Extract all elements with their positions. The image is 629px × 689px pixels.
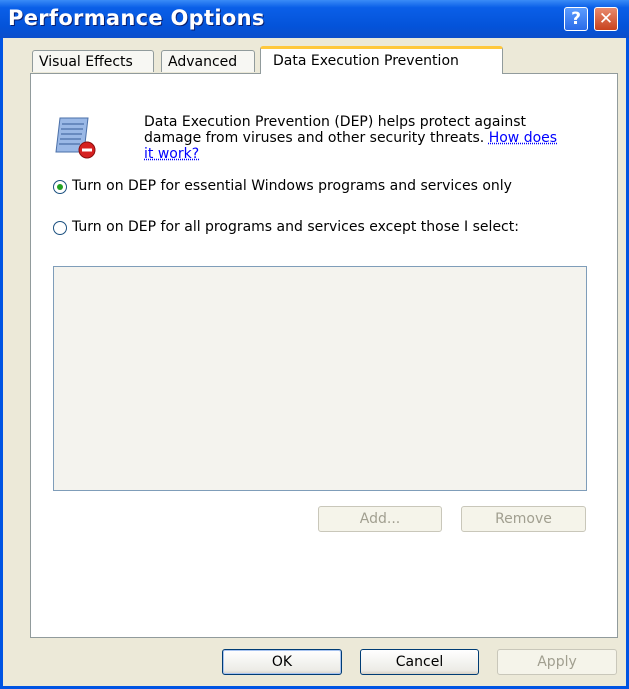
add-button: Add...: [318, 506, 442, 532]
title-bar[interactable]: Performance Options ? ✕: [0, 0, 629, 38]
radio-all-programs[interactable]: Turn on DEP for all programs and service…: [53, 219, 572, 235]
cancel-button[interactable]: Cancel: [360, 649, 479, 675]
radio-all-programs-label: Turn on DEP for all programs and service…: [72, 219, 519, 235]
remove-button: Remove: [461, 506, 586, 532]
tab-visual-effects[interactable]: Visual Effects: [32, 50, 154, 72]
radio-button-selected[interactable]: [53, 180, 67, 194]
dep-description: Data Execution Prevention (DEP) helps pr…: [144, 114, 564, 162]
close-button[interactable]: ✕: [594, 7, 618, 31]
tab-data-execution-prevention[interactable]: Data Execution Prevention: [260, 46, 503, 74]
ok-button[interactable]: OK: [222, 649, 342, 675]
tab-advanced[interactable]: Advanced: [161, 50, 255, 72]
apply-button: Apply: [497, 649, 617, 675]
question-mark-icon: ?: [571, 9, 581, 29]
radio-essential-only-label: Turn on DEP for essential Windows progra…: [72, 178, 512, 194]
dep-shield-binary-icon: [55, 117, 96, 159]
radio-essential-only[interactable]: Turn on DEP for essential Windows progra…: [53, 178, 572, 194]
performance-options-window: Performance Options ? ✕ Visual Effects A…: [0, 0, 629, 689]
radio-button-unselected[interactable]: [53, 221, 67, 235]
close-icon: ✕: [598, 9, 614, 29]
help-button[interactable]: ?: [564, 7, 588, 31]
window-title: Performance Options: [8, 6, 265, 30]
dep-description-text: Data Execution Prevention (DEP) helps pr…: [144, 114, 527, 146]
tab-panel: Data Execution Prevention (DEP) helps pr…: [30, 73, 618, 638]
excluded-programs-list: [53, 266, 587, 491]
